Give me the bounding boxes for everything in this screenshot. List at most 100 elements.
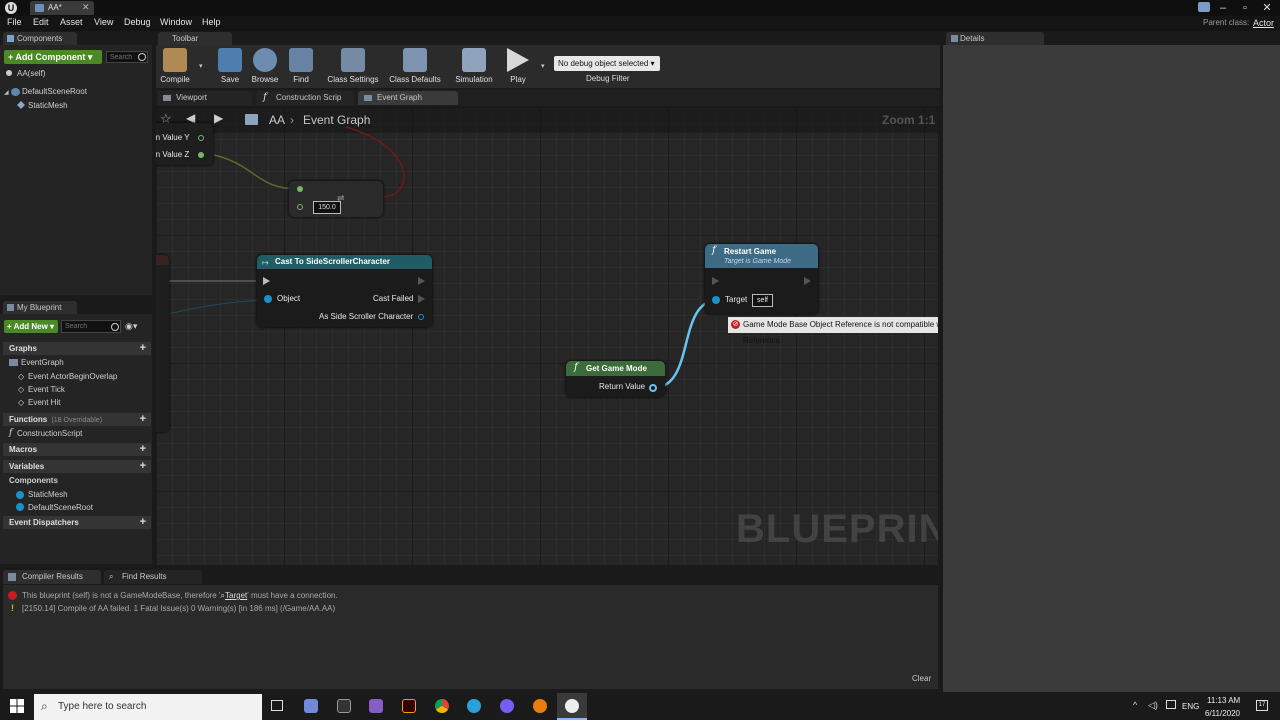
- category-event-dispatchers[interactable]: Event Dispatchers +: [3, 516, 151, 529]
- find-button[interactable]: Find: [279, 48, 323, 86]
- viber-icon[interactable]: [500, 699, 514, 713]
- partial-node-top[interactable]: rn Value Y rn Value Z: [156, 123, 213, 165]
- add-variable-icon[interactable]: +: [140, 460, 146, 473]
- task-view-icon[interactable]: [271, 700, 283, 711]
- play-button[interactable]: Play: [496, 48, 540, 86]
- clear-button[interactable]: Clear: [912, 674, 931, 683]
- cast-failed-exec[interactable]: [418, 295, 425, 303]
- event-item-tick[interactable]: Event Tick: [28, 385, 65, 394]
- view-options-eye-icon[interactable]: ◉▾: [125, 321, 137, 332]
- class-settings-button[interactable]: Class Settings: [323, 48, 383, 86]
- restart-game-node[interactable]: f Restart Game Target is Game Mode Targe…: [705, 244, 818, 314]
- tab-toolbar[interactable]: Toolbar: [158, 32, 232, 45]
- play-options-dropdown[interactable]: ▾: [541, 62, 545, 70]
- compile-options-dropdown[interactable]: ▾: [199, 62, 203, 70]
- expand-arrow-icon[interactable]: ◢: [4, 89, 9, 96]
- volume-icon[interactable]: ◁): [1148, 700, 1158, 711]
- restart-game-title: Restart Game: [724, 247, 777, 256]
- component-default-scene-root[interactable]: DefaultSceneRoot: [22, 87, 87, 96]
- minimize-button[interactable]: –: [1212, 0, 1234, 16]
- chrome-icon[interactable]: [435, 699, 449, 713]
- parent-class-link[interactable]: Actor: [1253, 18, 1274, 28]
- category-graphs[interactable]: Graphs +: [3, 342, 151, 355]
- language-indicator[interactable]: ENG: [1182, 702, 1199, 711]
- event-item-hit[interactable]: Event Hit: [28, 398, 60, 407]
- close-window-button[interactable]: ✕: [1256, 0, 1278, 16]
- category-variables[interactable]: Variables +: [3, 460, 151, 473]
- restart-exec-out[interactable]: [804, 277, 811, 285]
- visual-studio-icon[interactable]: [369, 699, 383, 713]
- event-graph-canvas[interactable]: ☆ ◀ ▶ AA › Event Graph Zoom 1:1 BLUEPRIN…: [156, 107, 938, 565]
- menu-asset[interactable]: Asset: [60, 17, 83, 27]
- scene-root-icon: [11, 88, 20, 96]
- category-macros[interactable]: Macros +: [3, 443, 151, 456]
- category-functions[interactable]: Functions (18 Overridable) +: [3, 413, 151, 426]
- menu-help[interactable]: Help: [202, 17, 221, 27]
- class-defaults-button[interactable]: Class Defaults: [385, 48, 445, 86]
- tab-find-results[interactable]: Find Results: [104, 570, 202, 584]
- tab-compiler-results[interactable]: Compiler Results: [3, 570, 101, 584]
- component-static-mesh[interactable]: StaticMesh: [28, 101, 68, 110]
- menu-debug[interactable]: Debug: [124, 17, 151, 27]
- restart-exec-in[interactable]: [712, 277, 719, 285]
- add-macro-icon[interactable]: +: [140, 443, 146, 456]
- tab-components[interactable]: Components: [3, 32, 77, 45]
- source-control-icon[interactable]: [1198, 2, 1210, 12]
- float-second-pin[interactable]: [297, 204, 303, 210]
- event-item-begin-overlap[interactable]: Event ActorBeginOverlap: [28, 372, 117, 381]
- wires-layer: [156, 126, 718, 390]
- cast-exec-out[interactable]: [418, 277, 425, 285]
- pin-value-z[interactable]: [198, 152, 204, 158]
- windows-start-icon[interactable]: [10, 699, 24, 713]
- add-graph-icon[interactable]: +: [140, 342, 146, 355]
- pin-value-y[interactable]: [198, 135, 204, 141]
- simulation-button[interactable]: Simulation: [452, 48, 496, 86]
- subcategory-components[interactable]: Components: [9, 476, 58, 485]
- menu-window[interactable]: Window: [160, 17, 192, 27]
- menu-view[interactable]: View: [94, 17, 113, 27]
- variable-item-default-scene-root[interactable]: DefaultSceneRoot: [28, 503, 93, 512]
- tab-my-blueprint[interactable]: My Blueprint: [3, 301, 77, 314]
- doc-tab-close-icon[interactable]: ✕: [82, 2, 90, 13]
- get-return-pin[interactable]: [649, 384, 657, 392]
- cast-object-pin[interactable]: [264, 295, 272, 303]
- target-pin-link[interactable]: Target: [225, 591, 247, 600]
- add-function-icon[interactable]: +: [140, 413, 146, 426]
- function-item-construction-script[interactable]: ConstructionScript: [17, 429, 82, 438]
- compile-button[interactable]: Compile: [153, 48, 197, 86]
- add-new-button[interactable]: + Add New ▾: [4, 320, 58, 333]
- taskbar-search-box[interactable]: ⌕ Type here to search: [34, 694, 262, 720]
- network-icon[interactable]: [1166, 700, 1176, 709]
- tab-event-graph[interactable]: Event Graph: [358, 91, 458, 105]
- tab-details[interactable]: Details: [946, 32, 1044, 45]
- tab-construction-script[interactable]: Construction Scrip: [256, 91, 354, 105]
- float-node[interactable]: 150.0 ⇌: [289, 181, 383, 217]
- component-self-item[interactable]: AA(self): [17, 69, 45, 78]
- blender-icon[interactable]: [533, 699, 547, 713]
- epic-games-icon[interactable]: [337, 699, 351, 713]
- cast-node[interactable]: Cast To SideScrollerCharacter ↦ Object C…: [257, 255, 432, 327]
- float-input-pin[interactable]: [297, 186, 303, 192]
- discord-icon[interactable]: [304, 699, 318, 713]
- telegram-icon[interactable]: [467, 699, 481, 713]
- get-game-mode-node[interactable]: f Get Game Mode Return Value: [566, 361, 665, 397]
- restart-target-pin[interactable]: [712, 296, 720, 304]
- notification-center-icon[interactable]: 17: [1256, 700, 1268, 711]
- add-component-button[interactable]: + Add Component ▾: [4, 50, 102, 64]
- clock-time[interactable]: 11:13 AM: [1207, 696, 1240, 705]
- graph-item-eventgraph[interactable]: EventGraph: [21, 358, 64, 367]
- cast-exec-in[interactable]: [263, 277, 270, 285]
- tab-viewport[interactable]: Viewport: [158, 91, 252, 105]
- show-hidden-icons-icon[interactable]: ^: [1133, 700, 1137, 710]
- menu-file[interactable]: File: [7, 17, 22, 27]
- partial-node-left[interactable]: [156, 255, 169, 432]
- clock-date[interactable]: 6/11/2020: [1205, 709, 1240, 718]
- illustrator-icon[interactable]: [402, 699, 416, 713]
- maximize-button[interactable]: ▫: [1234, 0, 1256, 16]
- add-dispatcher-icon[interactable]: +: [140, 516, 146, 529]
- cast-as-pin[interactable]: [418, 314, 424, 320]
- menu-edit[interactable]: Edit: [33, 17, 49, 27]
- debug-object-select[interactable]: No debug object selected ▾: [554, 56, 660, 71]
- restart-self-field[interactable]: self: [752, 294, 773, 307]
- variable-item-static-mesh[interactable]: StaticMesh: [28, 490, 68, 499]
